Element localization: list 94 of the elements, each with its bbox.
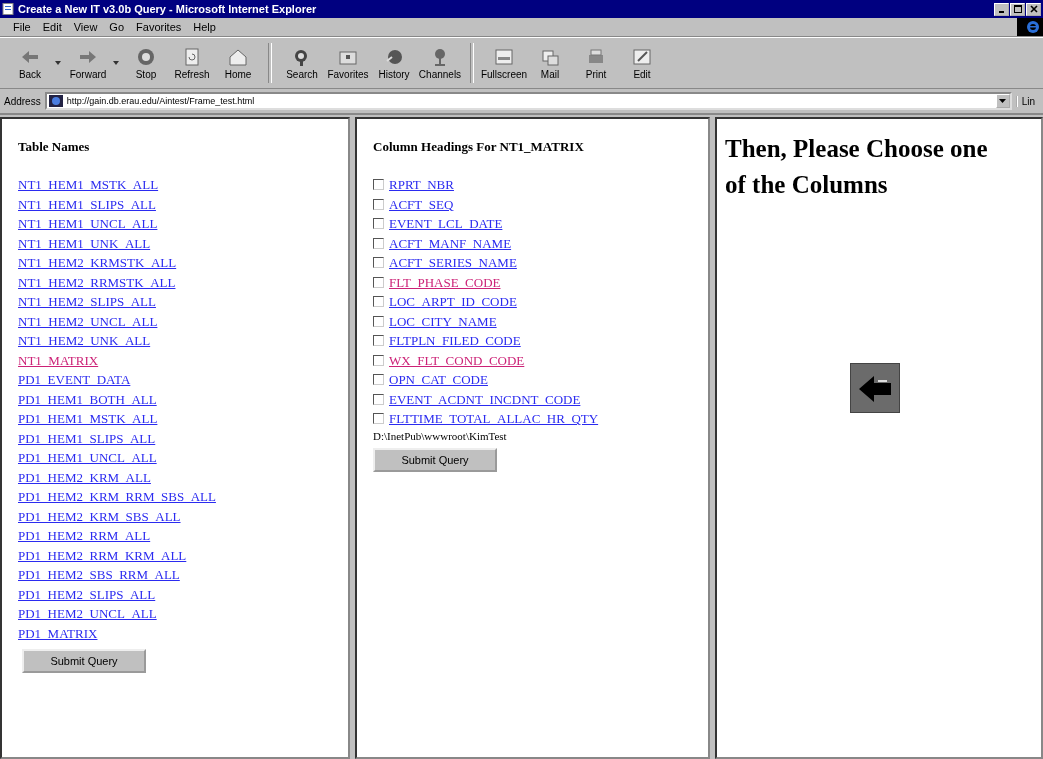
checkbox[interactable] (373, 237, 384, 249)
maximize-icon (1013, 5, 1022, 13)
checkbox[interactable] (373, 257, 384, 269)
checkbox[interactable] (373, 354, 384, 366)
table-link[interactable]: PD1_HEM1_MSTK_ALL (18, 409, 158, 429)
column-link[interactable]: OPN_CAT_CODE (389, 370, 488, 390)
menu-item[interactable]: Favorites (131, 21, 187, 33)
table-link[interactable]: PD1_HEM1_BOTH_ALL (18, 389, 157, 409)
table-link[interactable]: PD1_HEM2_SLIPS_ALL (18, 584, 156, 604)
toolbar-button[interactable]: Edit (620, 44, 664, 82)
frame-heading: Column Headings For NT1_MATRIX (373, 139, 585, 155)
stop-icon (135, 46, 157, 67)
toolbar-button[interactable]: Search (280, 44, 324, 82)
checkbox[interactable] (373, 393, 384, 405)
column-link[interactable]: FLTTIME_TOTAL_ALLAC_HR_QTY (389, 409, 599, 429)
table-link[interactable]: NT1_HEM2_RRMSTK_ALL (18, 272, 176, 292)
column-link[interactable]: RPRT_NBR (389, 175, 454, 195)
toolbar-button[interactable]: Fullscreen (482, 44, 526, 82)
table-link[interactable]: PD1_HEM2_KRM_ALL (18, 467, 151, 487)
toolbar-button[interactable]: Forward (66, 44, 110, 82)
table-link[interactable]: NT1_HEM2_SLIPS_ALL (18, 292, 156, 312)
menu-item[interactable]: Go (104, 21, 130, 33)
table-link[interactable]: NT1_HEM2_UNCL_ALL (18, 311, 158, 331)
submit-button[interactable]: Submit Query (373, 447, 497, 472)
column-link[interactable]: ACFT_SERIES_NAME (389, 253, 517, 273)
table-link[interactable]: PD1_MATRIX (18, 623, 98, 643)
dropdown-caret-icon[interactable] (113, 61, 119, 65)
table-link[interactable]: PD1_HEM1_UNCL_ALL (18, 448, 157, 468)
menu-item[interactable]: View (68, 21, 103, 33)
column-link[interactable]: LOC_CITY_NAME (389, 311, 497, 331)
table-link[interactable]: NT1_HEM1_SLIPS_ALL (18, 194, 156, 214)
menu-item[interactable]: Help (188, 21, 221, 33)
column-link[interactable]: FLT_PHASE_CODE (389, 272, 501, 292)
table-link[interactable]: NT1_HEM2_KRMSTK_ALL (18, 253, 177, 273)
page-icon (2, 3, 14, 15)
table-link[interactable]: PD1_HEM2_RRM_KRM_ALL (18, 545, 187, 565)
toolbar-button[interactable]: Refresh (170, 44, 214, 82)
column-link[interactable]: LOC_ARPT_ID_CODE (389, 292, 517, 312)
links-button[interactable]: Lin (1015, 95, 1039, 107)
fullscreen-icon (493, 46, 515, 67)
toolbar-button[interactable]: Favorites (326, 44, 370, 82)
toolbar-button[interactable]: Channels (418, 44, 462, 82)
table-link[interactable]: NT1_HEM1_UNCL_ALL (18, 214, 158, 234)
window-title: Create a New IT v3.0b Query - Microsoft Internet Explorer (18, 3, 318, 15)
table-link[interactable]: NT1_HEM2_UNK_ALL (18, 331, 151, 351)
table-link[interactable]: NT1_HEM1_MSTK_ALL (18, 175, 159, 195)
toolbar-button[interactable]: Mail (528, 44, 572, 82)
dropdown-caret-icon[interactable] (55, 61, 61, 65)
menu-item[interactable]: File (8, 21, 36, 33)
checkbox[interactable] (373, 335, 384, 347)
minimize-button[interactable] (994, 2, 1009, 16)
column-link[interactable]: EVENT_LCL_DATE (389, 214, 503, 234)
close-icon (1029, 5, 1038, 13)
table-link[interactable]: PD1_EVENT_DATA (18, 370, 131, 390)
checkbox[interactable] (373, 179, 384, 191)
column-link[interactable]: WX_FLT_COND_CODE (389, 350, 525, 370)
edit-icon (631, 46, 653, 67)
checkbox[interactable] (373, 276, 384, 288)
toolbar-button[interactable]: Home (216, 44, 260, 82)
close-button[interactable] (1026, 2, 1041, 16)
table-link[interactable]: PD1_HEM2_SBS_RRM_ALL (18, 565, 180, 585)
column-link[interactable]: EVENT_ACDNT_INCDNT_CODE (389, 389, 581, 409)
path-text: D:\InetPub\wwwroot\KimTest (373, 429, 508, 442)
browser-logo-icon (1017, 18, 1043, 36)
toolbar-button[interactable]: Print (574, 44, 618, 82)
instruction-heading: Then, Please Choose one of the Columns (725, 134, 989, 200)
checkbox[interactable] (373, 218, 384, 230)
address-label: Address (4, 95, 41, 107)
page-icon (48, 95, 63, 107)
address-field[interactable]: http://gain.db.erau.edu/Aintest/Frame_test.html (44, 92, 1012, 110)
checkbox[interactable] (373, 315, 384, 327)
menu-item[interactable]: Edit (37, 21, 67, 33)
submit-button[interactable]: Submit Query (22, 649, 146, 673)
toolbar-button[interactable]: History (372, 44, 416, 82)
frame-heading: Table Names (18, 139, 91, 155)
toolbar-button[interactable]: Stop (124, 44, 168, 82)
checkbox[interactable] (373, 374, 384, 386)
dropdown-button[interactable] (995, 94, 1010, 108)
table-link[interactable]: NT1_HEM1_UNK_ALL (18, 233, 151, 253)
toolbar-button[interactable]: Back (8, 44, 52, 82)
checkbox[interactable] (373, 198, 384, 210)
table-link[interactable]: PD1_HEM2_RRM_ALL (18, 526, 151, 546)
column-link[interactable]: ACFT_SEQ (389, 194, 454, 214)
checkbox[interactable] (373, 413, 384, 425)
table-link[interactable]: PD1_HEM2_UNCL_ALL (18, 604, 157, 624)
table-link[interactable]: PD1_HEM1_SLIPS_ALL (18, 428, 156, 448)
checkbox[interactable] (373, 296, 384, 308)
table-link[interactable]: PD1_HEM2_KRM_SBS_ALL (18, 506, 181, 526)
caret-icon (999, 99, 1007, 103)
maximize-button[interactable] (1010, 2, 1025, 16)
column-link[interactable]: ACFT_MANF_NAME (389, 233, 512, 253)
table-link[interactable]: PD1_HEM2_KRM_RRM_SBS_ALL (18, 487, 216, 507)
table-link[interactable]: NT1_MATRIX (18, 350, 99, 370)
column-link[interactable]: FLTPLN_FILED_CODE (389, 331, 521, 351)
